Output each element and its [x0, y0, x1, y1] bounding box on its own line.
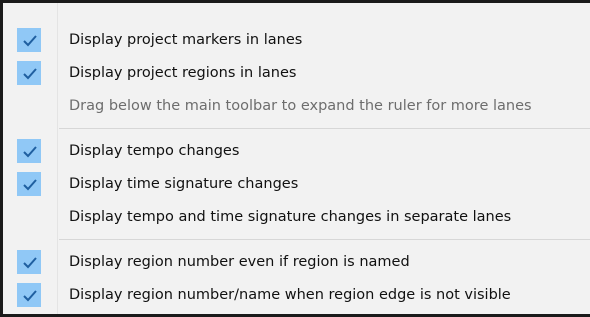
- checkmark-icon: [17, 250, 41, 274]
- menu-separator: [59, 128, 590, 129]
- menu-item-region-edge-not-visible[interactable]: Display region number/name when region e…: [3, 280, 590, 310]
- menu-item-display-project-regions[interactable]: Display project regions in lanes: [3, 58, 590, 88]
- checkmark-icon: [17, 61, 41, 85]
- menu-item-separate-lanes[interactable]: Display tempo and time signature changes…: [3, 202, 590, 232]
- menu-item-label: Drag below the main toolbar to expand th…: [69, 98, 532, 114]
- menu-item-label: Display region number/name when region e…: [69, 287, 511, 303]
- context-menu: Display project markers in lanes Display…: [0, 0, 590, 317]
- menu-separator: [59, 239, 590, 240]
- menu-item-display-time-signature-changes[interactable]: Display time signature changes: [3, 169, 590, 199]
- menu-item-label: Display tempo changes: [69, 143, 240, 159]
- menu-item-label: Display time signature changes: [69, 176, 299, 192]
- menu-item-label: Display region number even if region is …: [69, 254, 410, 270]
- checkmark-icon: [17, 172, 41, 196]
- checkmark-icon: [17, 139, 41, 163]
- checkmark-icon: [17, 28, 41, 52]
- menu-item-region-number-named[interactable]: Display region number even if region is …: [3, 247, 590, 277]
- menu-item-label: Display tempo and time signature changes…: [69, 209, 512, 225]
- menu-item-display-project-markers[interactable]: Display project markers in lanes: [3, 25, 590, 55]
- menu-item-display-tempo-changes[interactable]: Display tempo changes: [3, 136, 590, 166]
- checkmark-icon: [17, 283, 41, 307]
- menu-item-drag-ruler-hint: Drag below the main toolbar to expand th…: [3, 91, 590, 121]
- menu-item-label: Display project markers in lanes: [69, 32, 303, 48]
- menu-item-label: Display project regions in lanes: [69, 65, 297, 81]
